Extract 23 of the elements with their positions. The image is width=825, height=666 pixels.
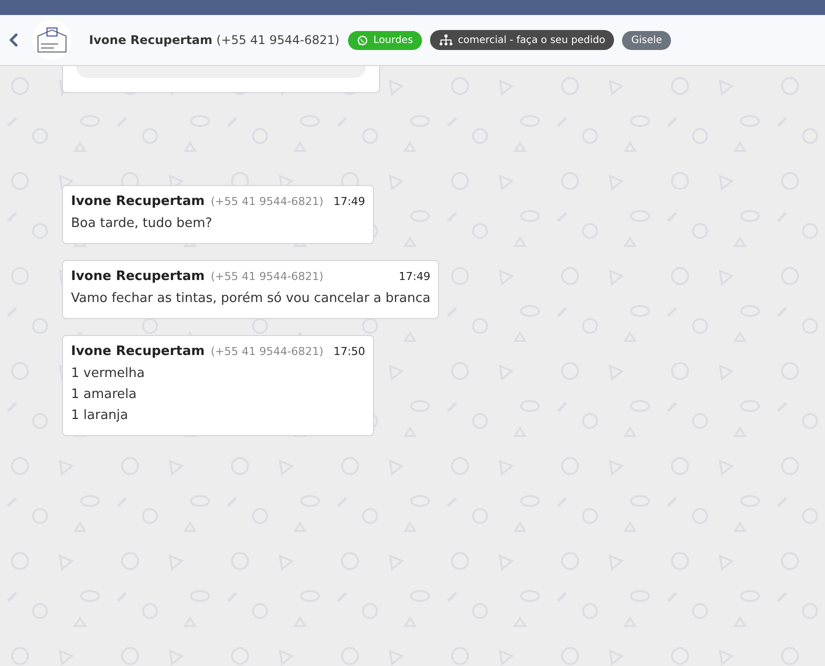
tag-label: Gisele: [622, 30, 672, 50]
sender-phone: (+55 41 9544-6821): [210, 270, 324, 283]
message-text: 1 laranja: [71, 407, 130, 425]
contact-phone: (+55 41 9544-6821): [216, 33, 340, 47]
contact-name: Ivone Recupertam: [89, 33, 212, 47]
tag-label: Lourdes: [348, 30, 422, 50]
back-icon[interactable]: [9, 33, 19, 47]
sender-name: Ivone Recupertam: [71, 269, 205, 284]
sender-name: Ivone Recupertam: [71, 194, 205, 209]
avatar-icon: [32, 20, 72, 60]
tag-label: comercial - faça o seu pedido: [430, 30, 614, 50]
message-time: 17:49: [333, 195, 366, 208]
message-time: 17:50: [333, 345, 366, 358]
message-text: 1 amarela: [71, 386, 138, 404]
message-text: Vamo fechar as tintas, porém só vou cancelar a branca: [71, 290, 430, 308]
sender-phone: (+55 41 9544-6821): [210, 195, 324, 208]
hierarchy-icon: [438, 34, 453, 46]
whatsapp-icon: [357, 34, 368, 46]
message-text: 1 vermelha: [71, 365, 146, 383]
message-time: 17:49: [398, 270, 430, 283]
message-text: Boa tarde, tudo bem?: [71, 215, 214, 233]
sender-name: Ivone Recupertam: [71, 344, 205, 359]
sender-phone: (+55 41 9544-6821): [210, 345, 324, 358]
